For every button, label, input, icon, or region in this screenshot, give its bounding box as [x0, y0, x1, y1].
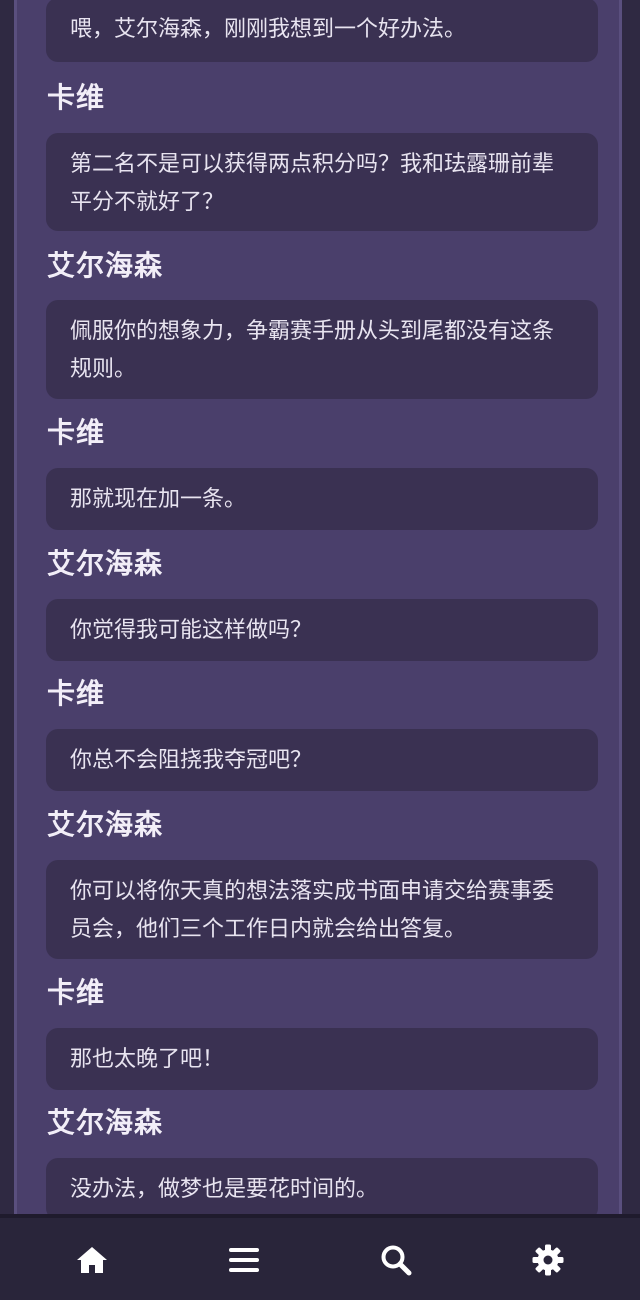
home-icon [77, 1247, 107, 1273]
gear-icon [532, 1244, 564, 1276]
message-bubble: 喂，艾尔海森，刚刚我想到一个好办法。 [46, 0, 598, 62]
search-button[interactable] [374, 1238, 418, 1282]
speaker-name: 艾尔海森 [47, 1106, 164, 1139]
message-bubble: 那就现在加一条。 [46, 468, 598, 530]
home-button[interactable] [70, 1238, 114, 1282]
speaker-name: 艾尔海森 [47, 249, 164, 282]
search-icon [381, 1245, 412, 1276]
app-screen: 喂，艾尔海森，刚刚我想到一个好办法。 卡维 第二名不是可以获得两点积分吗？我和珐… [0, 0, 640, 1300]
message-bubble: 你觉得我可能这样做吗？ [46, 599, 598, 661]
menu-icon [229, 1248, 259, 1272]
message-bubble: 你总不会阻挠我夺冠吧？ [46, 729, 598, 791]
message-bubble: 没办法，做梦也是要花时间的。 [46, 1158, 598, 1214]
speaker-name: 卡维 [47, 677, 106, 710]
menu-button[interactable] [222, 1238, 266, 1282]
speaker-name: 艾尔海森 [47, 547, 164, 580]
message-bubble: 第二名不是可以获得两点积分吗？我和珐露珊前辈平分不就好了？ [46, 133, 598, 231]
speaker-name: 卡维 [47, 416, 106, 449]
speaker-name: 卡维 [47, 81, 106, 114]
speaker-name: 艾尔海森 [47, 808, 164, 841]
settings-button[interactable] [526, 1238, 570, 1282]
chat-panel[interactable]: 喂，艾尔海森，刚刚我想到一个好办法。 卡维 第二名不是可以获得两点积分吗？我和珐… [14, 0, 622, 1214]
message-bubble: 那也太晚了吧！ [46, 1028, 598, 1090]
speaker-name: 卡维 [47, 976, 106, 1009]
message-bubble: 佩服你的想象力，争霸赛手册从头到尾都没有这条规则。 [46, 300, 598, 399]
message-bubble: 你可以将你天真的想法落实成书面申请交给赛事委员会，他们三个工作日内就会给出答复。 [46, 860, 598, 959]
bottom-navbar [0, 1214, 640, 1300]
